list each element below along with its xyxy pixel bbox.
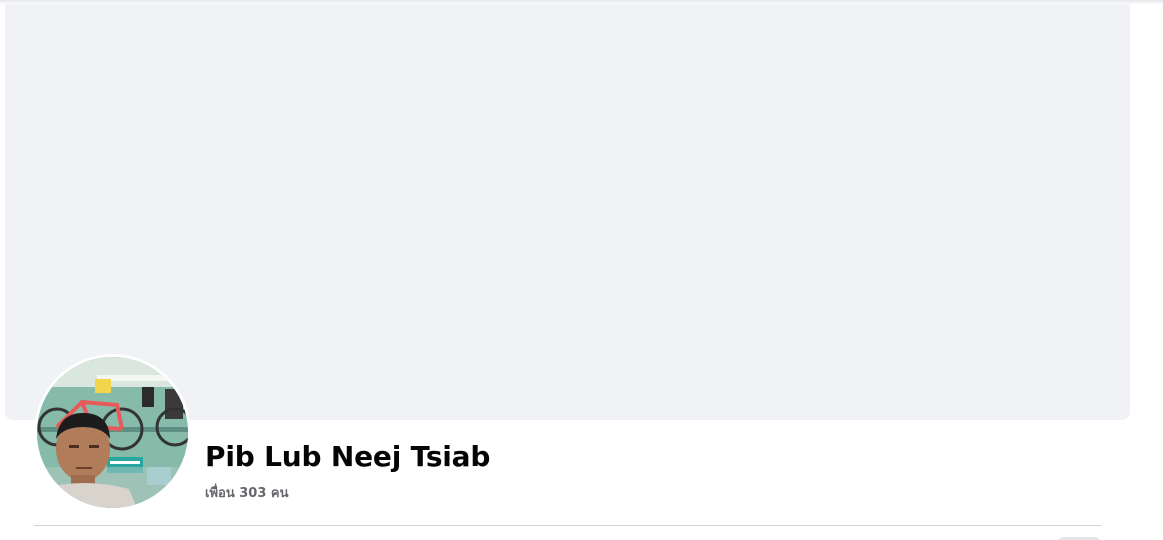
cover-photo[interactable] [5,4,1130,420]
profile-name: Pib Lub Neej Tsiab [205,440,491,473]
profile-avatar[interactable] [37,357,188,508]
profile-page: Pib Lub Neej Tsiab เพื่อน 303 คน [0,0,1163,540]
avatar-image [37,357,188,508]
profile-divider [34,525,1101,526]
friends-count-link[interactable]: เพื่อน 303 คน [205,482,288,503]
